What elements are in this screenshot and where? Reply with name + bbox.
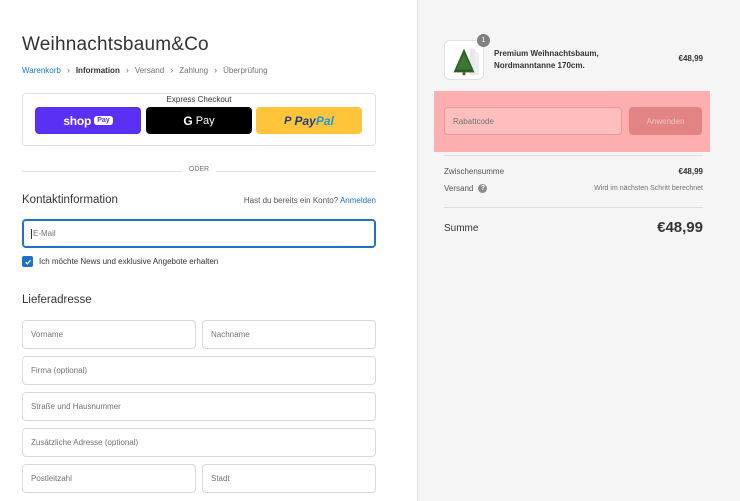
text-caret xyxy=(31,228,32,239)
first-name-placeholder: Vorname xyxy=(31,330,64,339)
login-link[interactable]: Anmelden xyxy=(340,196,376,205)
total-value: €48,99 xyxy=(657,219,703,236)
google-g-icon: G xyxy=(183,113,193,128)
check-icon xyxy=(24,259,31,265)
newsletter-option[interactable]: Ich möchte News und exklusive Angebote e… xyxy=(22,256,218,267)
address2-placeholder: Zusätzliche Adresse (optional) xyxy=(31,438,139,447)
paypal-p-icon: P xyxy=(284,114,292,127)
google-pay-button[interactable]: G Pay xyxy=(146,107,252,134)
shipping-row: Versand ? xyxy=(444,184,488,193)
breadcrumb: Warenkorb › Information › Versand › Zahl… xyxy=(22,65,268,75)
order-summary: 1 Premium Weihnachtsbaum, Nordmanntanne … xyxy=(417,0,740,501)
chevron-right-icon: › xyxy=(170,65,174,75)
product-thumbnail xyxy=(444,40,484,80)
zip-field[interactable]: Postleitzahl xyxy=(22,464,196,493)
last-name-field[interactable]: Nachname xyxy=(202,320,376,349)
zip-placeholder: Postleitzahl xyxy=(31,474,72,483)
delivery-heading: Lieferadresse xyxy=(22,294,92,306)
divider xyxy=(444,207,703,208)
google-pay-label: Pay xyxy=(195,114,215,127)
product-price: €48,99 xyxy=(678,54,703,63)
email-field[interactable]: E-Mail xyxy=(22,219,376,248)
help-icon[interactable]: ? xyxy=(478,184,488,193)
paypal-button[interactable]: P Pay Pal xyxy=(256,107,362,134)
account-question-text: Hast du bereits ein Konto? xyxy=(243,196,339,205)
contact-heading: Kontaktinformation xyxy=(22,194,118,206)
company-field[interactable]: Firma (optional) xyxy=(22,356,376,385)
email-placeholder: E-Mail xyxy=(33,229,56,238)
breadcrumb-review: Überprüfung xyxy=(223,65,268,75)
address2-field[interactable]: Zusätzliche Adresse (optional) xyxy=(22,428,376,457)
last-name-placeholder: Nachname xyxy=(211,330,250,339)
breadcrumb-shipping: Versand xyxy=(134,65,165,75)
subtotal-value: €48,99 xyxy=(678,167,703,176)
tree-thumbnail xyxy=(453,48,480,76)
breadcrumb-cart[interactable]: Warenkorb xyxy=(22,66,61,75)
subtotal-label: Zwischensumme xyxy=(444,167,505,176)
chevron-right-icon: › xyxy=(66,65,70,75)
paypal-label-pal: Pal xyxy=(315,113,334,128)
product-name: Premium Weihnachtsbaum, Nordmanntanne 17… xyxy=(494,49,599,70)
chevron-right-icon: › xyxy=(125,65,129,75)
discount-placeholder: Rabattcode xyxy=(453,116,494,126)
breadcrumb-information: Information xyxy=(75,65,120,75)
city-placeholder: Stadt xyxy=(211,474,230,483)
total-label: Summe xyxy=(444,223,479,234)
shop-pay-button[interactable]: shop Pay xyxy=(35,107,141,134)
newsletter-checkbox[interactable] xyxy=(22,256,33,267)
shop-pay-pay: Pay xyxy=(94,116,113,125)
street-placeholder: Straße und Hausnummer xyxy=(31,402,121,411)
city-field[interactable]: Stadt xyxy=(202,464,376,493)
divider xyxy=(444,155,703,156)
newsletter-label: Ich möchte News und exklusive Angebote e… xyxy=(39,257,219,266)
account-question: Hast du bereits ein Konto? Anmelden xyxy=(244,196,376,205)
shipping-value: Wird im nächsten Schritt berechnet xyxy=(594,185,703,192)
quantity-badge: 1 xyxy=(477,34,490,47)
first-name-field[interactable]: Vorname xyxy=(22,320,196,349)
express-checkout: Express Checkout shop Pay G Pay P Pay Pal xyxy=(22,93,376,146)
breadcrumb-payment: Zahlung xyxy=(179,65,209,75)
shipping-label: Versand xyxy=(444,184,474,193)
store-title: Weihnachtsbaum&Co xyxy=(22,34,209,55)
shop-pay-brand: shop xyxy=(63,113,92,128)
checkout-main: Weihnachtsbaum&Co Warenkorb › Informatio… xyxy=(0,0,417,501)
paypal-label-pay: Pay xyxy=(294,113,316,128)
express-checkout-title: Express Checkout xyxy=(160,95,238,104)
company-placeholder: Firma (optional) xyxy=(31,366,88,375)
discount-code-input[interactable]: Rabattcode xyxy=(444,107,622,135)
or-divider: ODER xyxy=(22,166,376,176)
chevron-right-icon: › xyxy=(214,65,218,75)
street-field[interactable]: Straße und Hausnummer xyxy=(22,392,376,421)
apply-discount-button[interactable]: Anwenden xyxy=(629,107,702,135)
